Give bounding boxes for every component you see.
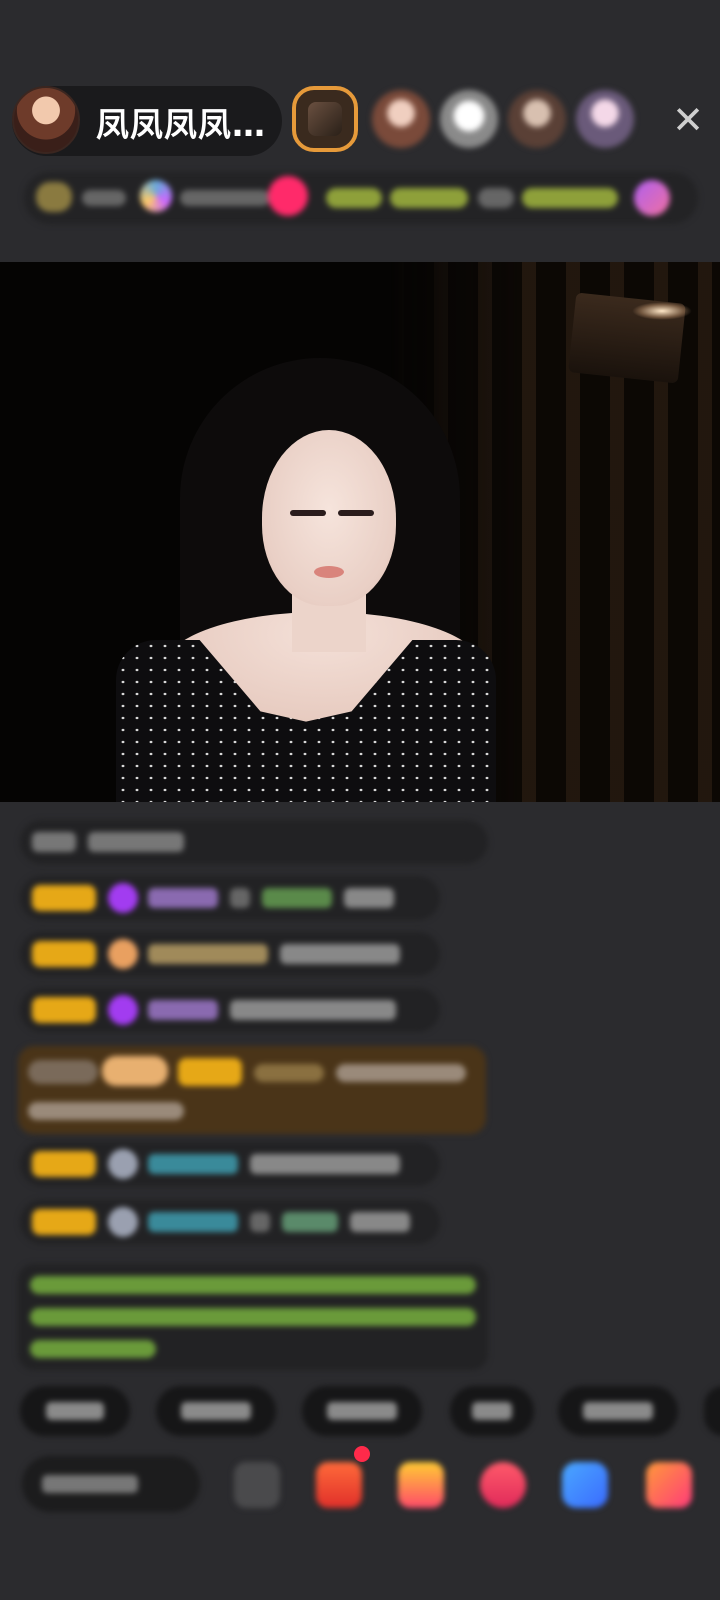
message-text: [350, 1212, 410, 1232]
message-text: [88, 832, 184, 852]
message-text: [344, 888, 394, 908]
message-text: [250, 1154, 400, 1174]
quick-reply-chip[interactable]: [156, 1386, 276, 1436]
more-icon[interactable]: [634, 180, 670, 216]
username: [148, 1000, 218, 1020]
level-badge: [32, 885, 96, 911]
level-badge: [32, 941, 96, 967]
username: [148, 888, 218, 908]
notice-text: [30, 1308, 476, 1326]
top-viewer-avatar[interactable]: [292, 86, 358, 152]
pink-icon[interactable]: [268, 176, 308, 216]
quick-reply-chip[interactable]: [558, 1386, 678, 1436]
message-icon[interactable]: [562, 1462, 608, 1508]
tag-text: [478, 188, 514, 208]
game-icon[interactable]: [480, 1462, 526, 1508]
streamer-lips: [314, 566, 344, 578]
user-tag: [28, 1060, 98, 1084]
message-text: [280, 944, 400, 964]
level-badge: [36, 182, 72, 212]
close-icon[interactable]: ✕: [668, 100, 708, 140]
user-avatar: [108, 1149, 138, 1179]
username: [148, 1212, 238, 1232]
tag-text: [522, 188, 618, 208]
quick-reply-chip[interactable]: [302, 1386, 422, 1436]
message-text: [230, 888, 250, 908]
gift-badge: [102, 1056, 168, 1086]
live-video-stream[interactable]: [0, 262, 720, 802]
message-text: [230, 1000, 396, 1020]
lamp-light: [632, 302, 692, 320]
message-text: [336, 1064, 466, 1082]
chat-message[interactable]: [20, 1142, 440, 1186]
viewer-avatar[interactable]: [440, 90, 498, 148]
level-badge: [32, 1151, 96, 1177]
mention: [262, 888, 332, 908]
chat-message[interactable]: [20, 820, 488, 864]
quick-reply-chip[interactable]: [20, 1386, 130, 1436]
system-notice: [18, 1264, 488, 1370]
diamond-icon: [108, 995, 138, 1025]
host-name[interactable]: 凤凤凤凤…: [96, 98, 266, 146]
level-badge: [32, 997, 96, 1023]
quick-reply-chip[interactable]: [704, 1386, 720, 1436]
level-badge: [178, 1058, 242, 1086]
tag-text: [390, 188, 468, 208]
emoji-icon[interactable]: [234, 1462, 280, 1508]
tag-text: [326, 188, 382, 208]
streamer-eye: [338, 510, 374, 516]
diamond-icon: [108, 883, 138, 913]
mention: [282, 1212, 338, 1232]
gift-box-icon[interactable]: [398, 1462, 444, 1508]
username: [148, 944, 268, 964]
live-info-bar[interactable]: [24, 172, 698, 224]
message-text: [28, 1102, 184, 1120]
viewer-avatar[interactable]: [508, 90, 566, 148]
notice-text: [30, 1340, 156, 1358]
shopping-icon[interactable]: [316, 1462, 362, 1508]
info-text: [180, 190, 270, 206]
host-avatar[interactable]: [12, 86, 80, 154]
username: [148, 1154, 238, 1174]
info-text: [82, 190, 126, 206]
notice-text: [30, 1276, 476, 1294]
message-text: [32, 832, 76, 852]
chat-message[interactable]: [20, 988, 440, 1032]
chat-message[interactable]: [20, 876, 440, 920]
message-text: [250, 1212, 270, 1232]
level-badge: [32, 1209, 96, 1235]
streamer-eye: [290, 510, 326, 516]
chat-message[interactable]: [20, 932, 440, 976]
gift-message[interactable]: [18, 1046, 486, 1134]
username: [254, 1064, 324, 1082]
streamer-face: [262, 430, 396, 606]
quick-reply-chip[interactable]: [450, 1386, 534, 1436]
viewer-avatar[interactable]: [372, 90, 430, 148]
rank-icon: [140, 180, 172, 212]
viewer-avatar[interactable]: [576, 90, 634, 148]
chat-message[interactable]: [20, 1200, 440, 1244]
notification-dot: [354, 1446, 370, 1462]
fan-badge-icon: [108, 939, 138, 969]
chat-input[interactable]: [22, 1456, 200, 1512]
user-avatar: [108, 1207, 138, 1237]
gift-icon[interactable]: [646, 1462, 692, 1508]
